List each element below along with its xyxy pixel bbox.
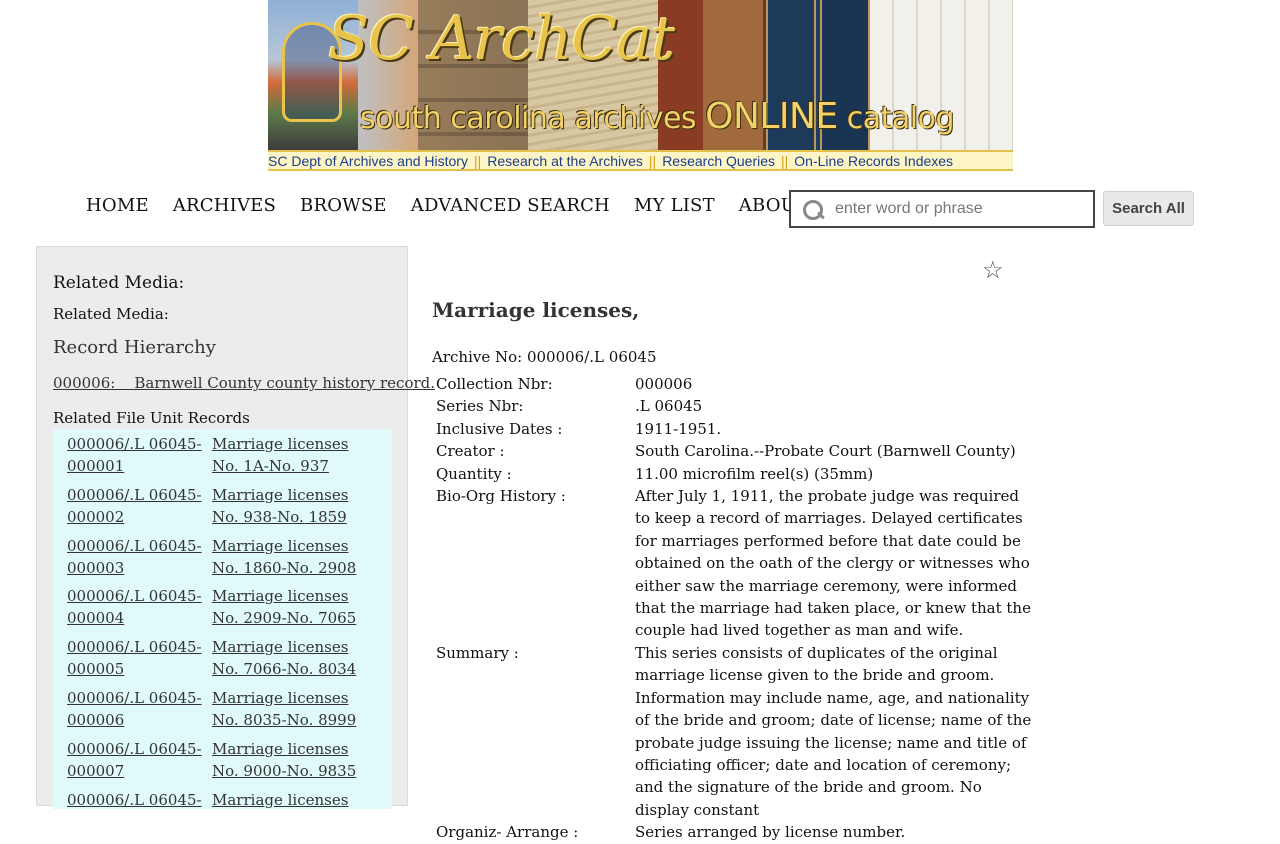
related-media-heading: Related Media: [53, 273, 185, 293]
file-unit-id-link[interactable]: 000006/.L 06045-000006 [67, 687, 212, 734]
field-label: Organiz- Arrange : [436, 823, 579, 842]
list-item: 000006/.L 06045-000002 Marriage licenses… [53, 480, 392, 531]
search-all-button[interactable]: Search All [1103, 191, 1194, 226]
add-to-list-star-icon[interactable]: ☆ [982, 256, 1004, 284]
sidebar: Related Media: Related Media: Record Hie… [36, 246, 435, 809]
link-online-records-indexes[interactable]: On-Line Records Indexes [794, 153, 953, 169]
file-unit-desc-link[interactable]: Marriage licenses No. 938-No. 1859 [212, 484, 372, 531]
list-item: 000006/.L 06045- Marriage licenses No. [53, 785, 392, 809]
field-label: Summary : [436, 643, 519, 662]
nav-my-list[interactable]: MY LIST [634, 195, 715, 216]
field-row: Bio-Org History : After July 1, 1911, th… [436, 485, 1036, 642]
file-unit-desc-link[interactable]: Marriage licenses No. 2909-No. 7065 [212, 585, 372, 632]
field-label: Bio-Org History : [436, 487, 566, 506]
link-separator: || [781, 152, 789, 169]
list-item: 000006/.L 06045-000007 Marriage licenses… [53, 734, 392, 785]
banner-tagline: south carolina archives ONLINE catalog [360, 96, 955, 137]
field-label: Quantity : [436, 464, 512, 483]
field-value: After July 1, 1911, the probate judge wa… [635, 487, 1031, 640]
list-item: 000006/.L 06045-000004 Marriage licenses… [53, 581, 392, 632]
nav-browse[interactable]: BROWSE [300, 195, 387, 216]
field-row: Creator : South Carolina.--Probate Court… [436, 440, 1036, 462]
list-item: 000006/.L 06045-000003 Marriage licenses… [53, 531, 392, 582]
file-unit-id-link[interactable]: 000006/.L 06045-000005 [67, 636, 212, 683]
file-unit-id-link[interactable]: 000006/.L 06045-000007 [67, 738, 212, 785]
field-row: Collection Nbr: 000006 [436, 373, 1036, 395]
link-separator: || [473, 152, 482, 169]
archcat-logo: SC ArchCat [328, 4, 675, 74]
file-unit-id-link[interactable]: 000006/.L 06045-000003 [67, 535, 212, 582]
nav-archives[interactable]: ARCHIVES [173, 195, 276, 216]
main-nav: HOME ARCHIVES BROWSE ADVANCED SEARCH MY … [86, 195, 808, 216]
field-value: 000006 [635, 375, 693, 393]
field-label: Creator : [436, 442, 505, 461]
file-unit-id-link[interactable]: 000006/.L 06045-000001 [67, 433, 212, 480]
file-units-heading: Related File Unit Records [53, 409, 250, 427]
field-row: Quantity : 11.00 microfilm reel(s) (35mm… [436, 463, 1036, 485]
link-research-at-archives[interactable]: Research at the Archives [487, 153, 643, 169]
file-unit-id-link[interactable]: 000006/.L 06045- [67, 789, 212, 809]
field-row: Organiz- Arrange : Series arranged by li… [436, 821, 1036, 843]
field-label: Collection Nbr: [436, 375, 553, 393]
field-row: Inclusive Dates : 1911-1951. [436, 418, 1036, 440]
record-title: Marriage licenses, [432, 298, 640, 322]
list-item: 000006/.L 06045-000006 Marriage licenses… [53, 683, 392, 734]
field-label: Inclusive Dates : [436, 419, 563, 438]
field-row: Summary : This series consists of duplic… [436, 642, 1036, 821]
related-media-subheading: Related Media: [53, 305, 169, 323]
field-value: 1911-1951. [635, 419, 722, 438]
file-unit-desc-link[interactable]: Marriage licenses No. [212, 789, 372, 809]
archive-number: Archive No: 000006/.L 06045 [432, 348, 657, 366]
archcat-banner: SC ArchCat south carolina archives ONLIN… [268, 0, 1013, 150]
hierarchy-link[interactable]: 000006: Barnwell County county history r… [53, 374, 435, 392]
file-unit-desc-link[interactable]: Marriage licenses No. 1860-No. 2908 [212, 535, 372, 582]
record-fields: Collection Nbr: 000006 Series Nbr: .L 06… [436, 373, 1036, 844]
file-unit-desc-link[interactable]: Marriage licenses No. 8035-No. 8999 [212, 687, 372, 734]
list-item: 000006/.L 06045-000001 Marriage licenses… [53, 429, 392, 480]
link-separator: || [648, 152, 657, 169]
record-hierarchy-heading: Record Hierarchy [53, 337, 216, 358]
top-links-bar: SC Dept of Archives and History || Resea… [268, 150, 1013, 171]
file-unit-id-link[interactable]: 000006/.L 06045-000004 [67, 585, 212, 632]
nav-advanced-search[interactable]: ADVANCED SEARCH [411, 195, 610, 216]
search-input[interactable] [833, 194, 1093, 224]
link-research-queries[interactable]: Research Queries [662, 153, 775, 169]
search-icon [801, 194, 831, 224]
field-label: Series Nbr: [436, 397, 524, 416]
search-box [789, 190, 1095, 228]
field-row: Series Nbr: .L 06045 [436, 395, 1036, 417]
file-unit-desc-link[interactable]: Marriage licenses No. 1A-No. 937 [212, 433, 372, 480]
field-value: 11.00 microfilm reel(s) (35mm) [635, 464, 874, 483]
field-value: This series consists of duplicates of th… [635, 643, 1032, 819]
list-item: 000006/.L 06045-000005 Marriage licenses… [53, 632, 392, 683]
file-unit-desc-link[interactable]: Marriage licenses No. 7066-No. 8034 [212, 636, 372, 683]
file-units-list: 000006/.L 06045-000001 Marriage licenses… [53, 429, 392, 809]
nav-home[interactable]: HOME [86, 195, 149, 216]
file-unit-id-link[interactable]: 000006/.L 06045-000002 [67, 484, 212, 531]
field-value: .L 06045 [635, 397, 703, 416]
file-unit-desc-link[interactable]: Marriage licenses No. 9000-No. 9835 [212, 738, 372, 785]
field-value: Series arranged by license number. [635, 823, 906, 842]
link-sc-dept-archives[interactable]: SC Dept of Archives and History [268, 153, 468, 169]
field-value: South Carolina.--Probate Court (Barnwell… [635, 442, 1016, 461]
